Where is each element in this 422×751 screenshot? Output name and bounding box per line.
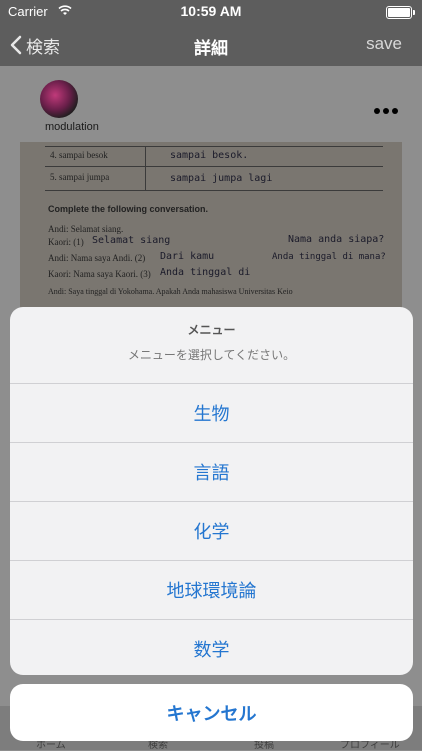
photo-handwriting: Anda tinggal di mana? [272, 252, 386, 262]
photo-handwriting: sampai besok. [170, 150, 249, 161]
photo-handwriting: Nama anda siapa? [288, 234, 385, 245]
status-bar: Carrier 10:59 AM [0, 0, 422, 24]
more-dot-icon [392, 108, 398, 114]
action-sheet-message: メニューを選択してください。 [127, 348, 296, 362]
photo-text: Andi: Saya tinggal di Yokohama. Apakah A… [48, 287, 293, 296]
more-dot-icon [374, 108, 380, 114]
photo-text: 4. sampai besok [50, 150, 108, 160]
option-mathematics[interactable]: 数学 [10, 620, 413, 675]
page-title: 詳細 [194, 39, 228, 59]
table-line [45, 190, 383, 191]
battery-icon [386, 6, 415, 19]
option-biology[interactable]: 生物 [10, 384, 413, 443]
photo-handwriting: Anda tinggal di [160, 267, 251, 278]
photo-text: Kaori: Nama saya Kaori. (3) [48, 269, 151, 279]
photo-text: Complete the following conversation. [48, 204, 209, 214]
username[interactable]: modulation [45, 121, 99, 133]
table-line [45, 146, 383, 147]
navigation-bar: 検索 詳細 save [0, 24, 422, 66]
action-sheet-title: メニュー [187, 323, 236, 337]
photo-text: Andi: Selamat siang. [48, 224, 124, 234]
option-language[interactable]: 言語 [10, 443, 413, 502]
photo-handwriting: Dari kamu [160, 251, 215, 262]
cancel-button[interactable]: キャンセル [10, 684, 413, 741]
table-divider [145, 146, 146, 190]
avatar[interactable] [40, 80, 78, 118]
post-image[interactable]: 4. sampai besok 5. sampai jumpa sampai b… [20, 142, 402, 312]
option-chemistry[interactable]: 化学 [10, 502, 413, 561]
photo-text: 5. sampai jumpa [50, 172, 110, 182]
save-button[interactable]: save [366, 34, 402, 54]
action-sheet-header: メニュー メニューを選択してください。 [10, 307, 413, 384]
photo-text: Andi: Nama saya Andi. (2) [48, 253, 146, 263]
clock: 10:59 AM [180, 3, 242, 19]
more-options-button[interactable] [374, 104, 402, 118]
more-dot-icon [383, 108, 389, 114]
table-line [45, 166, 383, 167]
photo-handwriting: sampai jumpa lagi [170, 173, 273, 184]
photo-text: Kaori: (1) [48, 237, 84, 247]
photo-handwriting: Selamat siang [92, 235, 171, 246]
action-sheet: メニュー メニューを選択してください。 生物 言語 化学 地球環境論 数学 [10, 307, 413, 675]
option-earth-environment[interactable]: 地球環境論 [10, 561, 413, 620]
